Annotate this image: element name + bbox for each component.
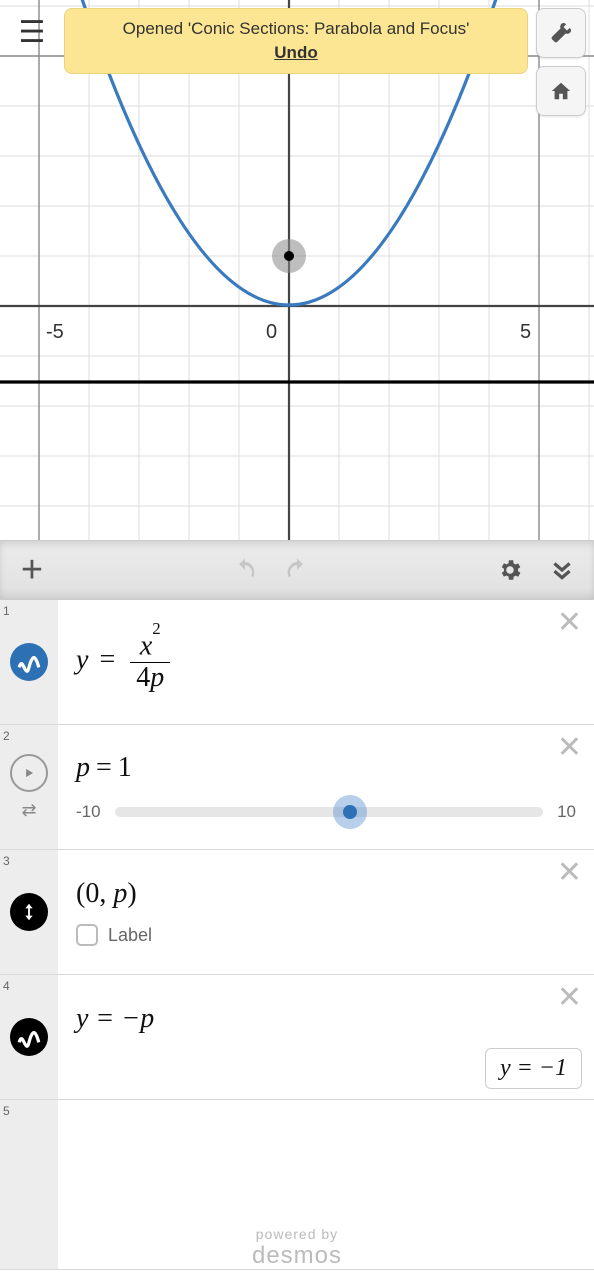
play-slider-icon[interactable]: [10, 754, 48, 792]
redo-icon[interactable]: [277, 550, 317, 590]
slider-thumb[interactable]: [343, 805, 357, 819]
expression-row-2[interactable]: 2 ⇄ p=1 -10 10 ✕: [0, 725, 594, 850]
wrench-icon[interactable]: [536, 8, 586, 58]
expression-icon-tab[interactable]: [0, 600, 58, 724]
label-checkbox[interactable]: [76, 924, 98, 946]
hamburger-menu-icon[interactable]: ☰: [8, 8, 56, 56]
powered-by-text: powered by: [0, 1226, 594, 1242]
evaluation-result: y = −1: [485, 1048, 582, 1089]
delete-expression-icon[interactable]: ✕: [557, 858, 582, 888]
expression-input[interactable]: y = −p y = −1 ✕: [58, 975, 594, 1099]
toast-notification: Opened 'Conic Sections: Parabola and Foc…: [64, 8, 528, 74]
expression-toolbar: +: [0, 540, 594, 600]
expression-icon-tab[interactable]: ⇄: [0, 725, 58, 849]
slider[interactable]: -10 10: [76, 802, 576, 822]
draggable-point-icon[interactable]: [10, 893, 48, 931]
xtick-0: 0: [266, 321, 277, 343]
row-index: 1: [3, 604, 10, 618]
slider-max[interactable]: 10: [557, 802, 576, 822]
curve-thumbnail-icon[interactable]: [10, 1018, 48, 1056]
focus-point: [284, 251, 294, 261]
undo-link[interactable]: Undo: [83, 41, 509, 65]
xtick-neg5: -5: [46, 321, 64, 343]
expression-input[interactable]: p=1 -10 10 ✕: [58, 725, 594, 849]
add-expression-button[interactable]: +: [12, 550, 52, 590]
row-index: 4: [3, 979, 10, 993]
xtick-5: 5: [520, 321, 531, 343]
expression-row-1[interactable]: 1 y = x2 4p ✕: [0, 600, 594, 725]
row-index: 3: [3, 854, 10, 868]
expression-icon-tab[interactable]: [0, 850, 58, 974]
toast-message: Opened 'Conic Sections: Parabola and Foc…: [123, 19, 470, 38]
expression-icon-tab[interactable]: [0, 975, 58, 1099]
slider-track[interactable]: [115, 807, 544, 817]
expression-row-3[interactable]: 3 (0, p) Label ✕: [0, 850, 594, 975]
expression-list: 1 y = x2 4p ✕ 2 ⇄: [0, 600, 594, 1270]
row-index: 2: [3, 729, 10, 743]
row-index: 5: [3, 1104, 10, 1118]
graph-area[interactable]: -5 0 5 ☰ Opened 'Conic Sections: Parabol…: [0, 0, 594, 540]
undo-icon[interactable]: [225, 550, 265, 590]
curve-thumbnail-icon[interactable]: [10, 643, 48, 681]
delete-expression-icon[interactable]: ✕: [557, 983, 582, 1013]
label-text[interactable]: Label: [108, 925, 152, 946]
swap-direction-icon[interactable]: ⇄: [21, 800, 36, 821]
delete-expression-icon[interactable]: ✕: [557, 733, 582, 763]
brand-logo: desmos: [0, 1242, 594, 1270]
expression-row-4[interactable]: 4 y = −p y = −1 ✕: [0, 975, 594, 1100]
home-icon[interactable]: [536, 66, 586, 116]
slider-min[interactable]: -10: [76, 802, 101, 822]
delete-expression-icon[interactable]: ✕: [557, 608, 582, 638]
footer: powered by desmos: [0, 1226, 594, 1270]
expression-input[interactable]: (0, p) Label ✕: [58, 850, 594, 974]
collapse-chevron-icon[interactable]: [542, 550, 582, 590]
expression-input[interactable]: y = x2 4p ✕: [58, 600, 594, 724]
settings-gear-icon[interactable]: [490, 550, 530, 590]
